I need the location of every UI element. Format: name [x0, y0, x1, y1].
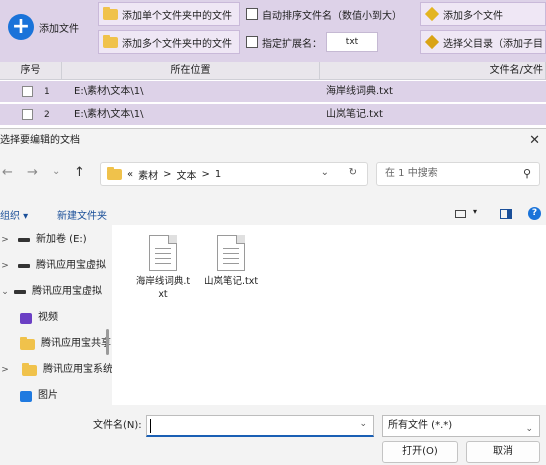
breadcrumb-separator: > [163, 168, 172, 180]
col-filename[interactable]: 文件名/文件 [320, 62, 546, 80]
new-folder-button[interactable]: 新建文件夹 [57, 207, 107, 222]
table-row[interactable]: 2 E:\素材\文本\1\ 山岚笔记.txt [0, 104, 546, 126]
folder-icon [103, 6, 118, 20]
add-multi-folder-button[interactable]: 添加多个文件夹中的文件 [98, 30, 240, 54]
chevron-down-icon[interactable]: ▾ [473, 207, 477, 216]
sidebar-item-tencent-share[interactable]: 腾讯应用宝共享 [0, 333, 111, 355]
up-icon[interactable]: ↑ [74, 165, 85, 180]
breadcrumb-separator: > [201, 168, 210, 180]
breadcrumb-sucai[interactable]: 素材 [138, 167, 158, 182]
col-location[interactable]: 所在位置 [62, 62, 320, 80]
diamond-icon [424, 6, 440, 22]
sidebar-item-tencent-vm2[interactable]: ⌄ 腾讯应用宝虚拟 [0, 281, 102, 303]
file-item[interactable]: 海岸线词典.txt [134, 235, 192, 301]
close-icon[interactable]: ✕ [529, 129, 540, 153]
add-multi-files-button[interactable]: 添加多个文件 [420, 2, 546, 26]
table-row[interactable]: 1 E:\素材\文本\1\ 海岸线词典.txt [0, 81, 546, 103]
text-file-icon [217, 235, 245, 271]
dialog-title-bar: 选择要编辑的文档 ✕ [0, 129, 546, 153]
dialog-footer: 文件名(N): ⌄ 所有文件 (*.*) ⌄ 打开(O) 取消 [0, 405, 546, 465]
chevron-right-icon[interactable]: > [0, 229, 10, 251]
breadcrumb-wenben[interactable]: 文本 [177, 167, 197, 182]
chevron-down-icon[interactable]: ⌄ [0, 281, 10, 303]
select-parent-dir-button[interactable]: 选择父目录（添加子目 [420, 30, 546, 54]
sidebar-item-drive-e[interactable]: > 新加卷 (E:) [0, 229, 86, 251]
dialog-title: 选择要编辑的文档 [0, 135, 80, 146]
add-file-label: 添加文件 [39, 23, 79, 35]
plus-icon: + [8, 14, 34, 40]
sidebar-item-pictures[interactable]: 图片 [0, 385, 58, 407]
drive-icon [14, 290, 26, 294]
folder-icon [103, 34, 118, 48]
organize-button[interactable]: 组织 ▾ [0, 207, 28, 222]
file-list: 海岸线词典.txt 山岚笔记.txt [112, 225, 546, 405]
file-item[interactable]: 山岚笔记.txt [202, 235, 260, 288]
nav-sidebar: > 新加卷 (E:) > 腾讯应用宝虚拟 ⌄ 腾讯应用宝虚拟 视频 腾讯应用宝共… [0, 225, 113, 407]
address-bar[interactable]: « 素材 > 文本 > 1 ⌄ ↻ [100, 162, 368, 186]
folder-icon [107, 166, 122, 180]
sidebar-item-videos[interactable]: 视频 [0, 307, 58, 329]
sidebar-item-tencent-system[interactable]: > 腾讯应用宝系统 [0, 359, 113, 381]
auto-sort-option[interactable]: 自动排序文件名（数值小到大） [246, 2, 416, 26]
search-input[interactable]: 在 1 中搜索 ⚲ [376, 162, 540, 186]
filename-input[interactable]: ⌄ [146, 415, 374, 437]
open-button[interactable]: 打开(O) [382, 441, 458, 463]
ext-input[interactable]: txt [326, 32, 378, 52]
filetype-select[interactable]: 所有文件 (*.*) ⌄ [382, 415, 540, 437]
sidebar-scrollbar[interactable] [106, 329, 109, 355]
help-icon[interactable]: ? [528, 207, 541, 220]
chevron-down-icon[interactable]: ⌄ [321, 167, 329, 178]
chevron-down-icon[interactable]: ⌄ [52, 166, 60, 177]
app-toolbar: + 添加文件 添加单个文件夹中的文件 添加多个文件夹中的文件 自动排序文件名（数… [0, 0, 546, 62]
chevron-down-icon[interactable]: ⌄ [359, 419, 367, 429]
pin-icon [424, 34, 440, 50]
refresh-icon[interactable]: ↻ [349, 167, 357, 178]
row-checkbox[interactable] [22, 109, 33, 120]
chevron-down-icon: ⌄ [525, 424, 533, 434]
text-file-icon [149, 235, 177, 271]
row-checkbox[interactable] [22, 86, 33, 97]
search-icon: ⚲ [522, 167, 531, 180]
table-header: 序号 所在位置 文件名/文件 [0, 62, 546, 80]
cancel-button[interactable]: 取消 [466, 441, 540, 463]
specify-ext-option[interactable]: 指定扩展名： txt [246, 30, 416, 54]
folder-icon [22, 362, 37, 376]
back-icon[interactable]: ← [2, 165, 13, 180]
video-icon [20, 312, 32, 324]
drive-icon [18, 264, 30, 268]
specify-ext-checkbox[interactable] [246, 36, 258, 48]
command-bar: 组织 ▾ 新建文件夹 ▾ ? [0, 203, 546, 225]
folder-icon [20, 336, 35, 350]
sidebar-item-tencent-vm1[interactable]: > 腾讯应用宝虚拟 [0, 255, 106, 277]
drive-icon [18, 238, 30, 242]
open-file-dialog: 选择要编辑的文档 ✕ ← → ⌄ ↑ « 素材 > 文本 > 1 ⌄ ↻ 在 1… [0, 128, 546, 465]
add-file-button[interactable]: + 添加文件 [4, 5, 94, 49]
filename-label: 文件名(N): [93, 420, 142, 431]
chevron-right-icon[interactable]: > [0, 255, 10, 277]
add-single-folder-button[interactable]: 添加单个文件夹中的文件 [98, 2, 240, 26]
text-caret [150, 419, 151, 433]
auto-sort-checkbox[interactable] [246, 8, 258, 20]
col-index[interactable]: 序号 [0, 62, 62, 80]
forward-icon[interactable]: → [27, 165, 38, 180]
picture-icon [20, 390, 32, 402]
chevron-right-icon[interactable]: > [0, 359, 10, 381]
view-options-icon[interactable] [455, 210, 466, 218]
breadcrumb-1[interactable]: 1 [215, 169, 221, 180]
nav-row: ← → ⌄ ↑ « 素材 > 文本 > 1 ⌄ ↻ 在 1 中搜索 ⚲ [0, 159, 546, 187]
preview-pane-icon[interactable] [500, 209, 512, 219]
